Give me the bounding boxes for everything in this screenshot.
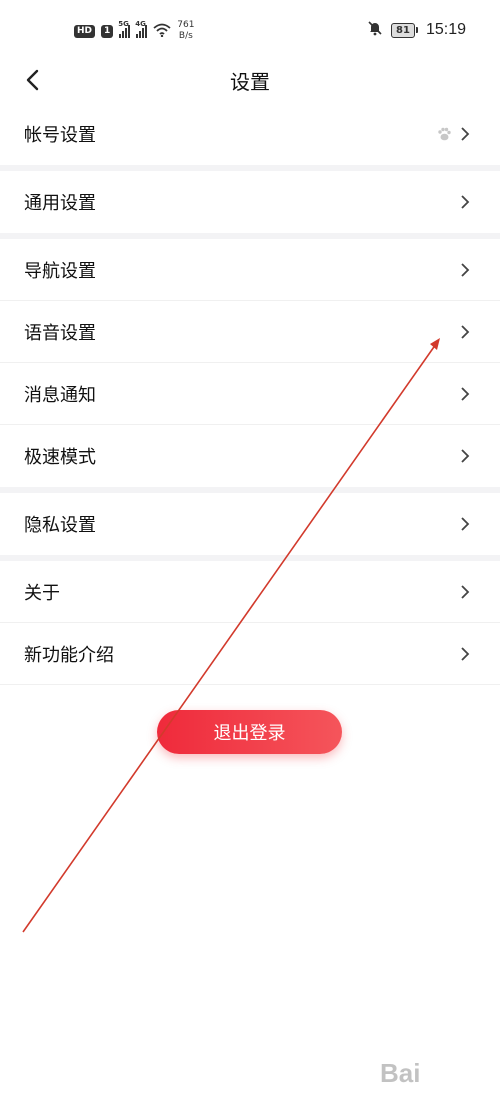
group-privacy: 隐私设置 xyxy=(0,493,500,555)
sim-badge: 1 xyxy=(101,24,114,38)
menu-item-about[interactable]: 关于 xyxy=(0,561,500,623)
battery-icon: 81 xyxy=(391,22,418,38)
clock: 15:19 xyxy=(425,21,466,38)
signal-4g-icon: 4G xyxy=(135,20,148,38)
menu-item-label: 极速模式 xyxy=(24,447,96,468)
chevron-right-icon xyxy=(461,386,470,401)
signal-5g-icon: 5G xyxy=(118,20,131,38)
logout-button[interactable]: 退出登录 xyxy=(157,710,342,754)
menu-item-label: 关于 xyxy=(24,582,60,604)
menu-item-voice-settings[interactable]: 语音设置 xyxy=(0,301,500,363)
menu-item-label: 消息通知 xyxy=(24,384,96,406)
menu-item-label: 通用设置 xyxy=(24,193,96,214)
status-right: 81 15:19 xyxy=(367,20,466,40)
page-title: 设置 xyxy=(230,70,270,94)
status-bar: HD 1 5G 4G 761 B/s 81 15:19 xyxy=(0,0,500,62)
signal-5g-label: 5G xyxy=(118,19,129,28)
chevron-right-icon xyxy=(461,324,470,339)
group-general: 通用设置 xyxy=(0,171,500,233)
nav-bar: 设置 xyxy=(0,62,500,102)
menu-item-privacy-settings[interactable]: 隐私设置 xyxy=(0,493,500,555)
battery-level: 81 xyxy=(391,22,415,38)
menu-item-message-notifications[interactable]: 消息通知 xyxy=(0,363,500,425)
menu-item-label: 语音设置 xyxy=(24,322,96,344)
paw-icon xyxy=(438,127,451,141)
group-about: 关于 新功能介绍 xyxy=(0,561,500,685)
chevron-right-icon xyxy=(461,646,470,661)
menu-item-label: 导航设置 xyxy=(24,260,96,282)
menu-item-new-features[interactable]: 新功能介绍 xyxy=(0,623,500,685)
menu-item-label: 帐号设置 xyxy=(24,125,96,146)
menu-item-label: 隐私设置 xyxy=(24,515,96,536)
chevron-right-icon xyxy=(461,262,470,277)
bell-off-icon xyxy=(367,20,383,40)
wifi-icon xyxy=(153,22,171,41)
menu-item-general-settings[interactable]: 通用设置 xyxy=(0,171,500,233)
menu-item-account-settings[interactable]: 帐号设置 xyxy=(0,103,500,165)
network-speed: 761 B/s xyxy=(177,20,194,42)
group-account: 帐号设置 xyxy=(0,103,500,165)
chevron-right-icon xyxy=(461,195,470,209)
group-navigation: 导航设置 语音设置 消息通知 极速模式 xyxy=(0,239,500,487)
menu-item-speed-mode[interactable]: 极速模式 xyxy=(0,425,500,487)
network-speed-unit: B/s xyxy=(178,31,193,41)
chevron-right-icon xyxy=(461,584,470,599)
hd-badge: HD xyxy=(74,24,96,38)
network-speed-value: 761 xyxy=(177,20,195,30)
menu-item-label: 新功能介绍 xyxy=(24,644,114,666)
chevron-right-icon xyxy=(461,127,470,141)
menu-item-navigation-settings[interactable]: 导航设置 xyxy=(0,239,500,301)
signal-4g-label: 4G xyxy=(135,19,146,28)
chevron-right-icon xyxy=(461,517,470,531)
status-left: HD 1 5G 4G 761 B/s xyxy=(74,20,194,42)
chevron-right-icon xyxy=(461,449,470,463)
watermark-logo: Bai xyxy=(380,1058,421,1088)
